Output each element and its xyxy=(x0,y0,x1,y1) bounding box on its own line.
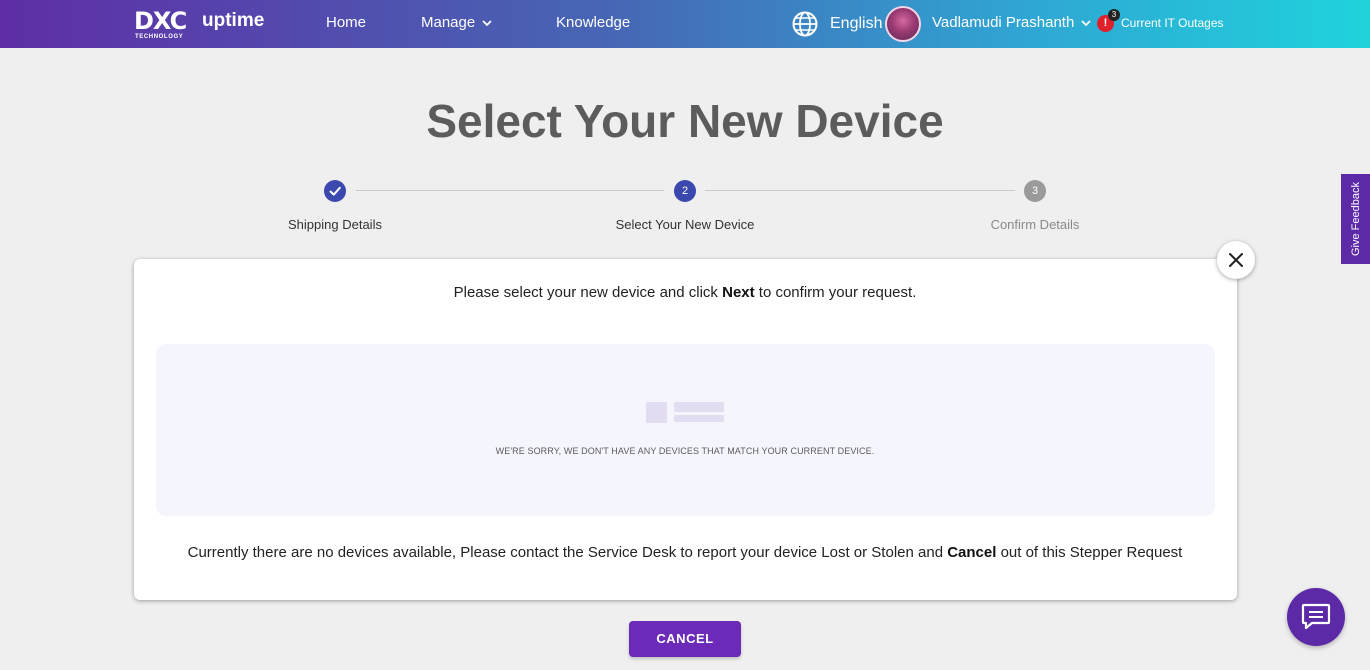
step-2-indicator: 2 xyxy=(674,180,696,202)
instruction-text-end: to confirm your request. xyxy=(754,284,917,301)
current-it-outages-link[interactable]: Current IT Outages xyxy=(1121,16,1224,30)
chat-icon xyxy=(1301,603,1331,630)
logo-sub-text: TECHNOLOGY xyxy=(135,34,184,40)
guidance-cancel-keyword: Cancel xyxy=(947,544,997,561)
step-2-label: Select Your New Device xyxy=(615,217,755,232)
nav-manage-label: Manage xyxy=(421,14,476,31)
stepper-connector xyxy=(356,190,664,191)
empty-list-icon xyxy=(646,402,724,423)
give-feedback-label: Give Feedback xyxy=(1350,182,1362,256)
instruction-text: Please select your new device and click … xyxy=(0,284,1370,302)
empty-state-message: WE'RE SORRY, WE DON'T HAVE ANY DEVICES T… xyxy=(495,446,875,456)
user-menu[interactable]: Vadlamudi Prashanth xyxy=(932,14,1092,32)
step-1-label: Shipping Details xyxy=(288,217,382,232)
instruction-text-start: Please select your new device and click xyxy=(453,284,723,301)
empty-devices-panel xyxy=(156,344,1215,516)
dxc-uptime-logo[interactable]: DXC TECHNOLOGY uptime xyxy=(134,8,264,42)
instruction-next-keyword: Next xyxy=(722,284,755,301)
globe-icon[interactable] xyxy=(791,10,819,38)
step-1-indicator xyxy=(324,180,346,202)
chat-button[interactable] xyxy=(1287,588,1345,646)
guidance-text-start: Currently there are no devices available… xyxy=(187,544,948,561)
top-navigation-bar: DXC TECHNOLOGY uptime Home Manage Knowle… xyxy=(0,0,1370,48)
stepper-connector xyxy=(705,190,1015,191)
outage-count-badge: 3 xyxy=(1108,9,1120,21)
step-3-label: Confirm Details xyxy=(990,217,1080,232)
chevron-down-icon xyxy=(1081,20,1091,27)
close-button[interactable] xyxy=(1217,241,1255,279)
nav-manage-menu[interactable]: Manage xyxy=(421,14,493,32)
step-3-indicator: 3 xyxy=(1024,180,1046,202)
user-name: Vadlamudi Prashanth xyxy=(932,14,1075,31)
guidance-text-end: out of this Stepper Request xyxy=(996,544,1183,561)
close-icon xyxy=(1229,253,1243,267)
cancel-button[interactable]: CANCEL xyxy=(629,621,741,657)
nav-home-link[interactable]: Home xyxy=(326,14,366,32)
no-devices-guidance: Currently there are no devices available… xyxy=(0,544,1370,562)
nav-knowledge-link[interactable]: Knowledge xyxy=(556,14,630,32)
language-selector[interactable]: English xyxy=(830,15,882,33)
chevron-down-icon xyxy=(482,20,492,27)
page-title: Select Your New Device xyxy=(426,95,944,147)
logo-main-text: DXC xyxy=(134,7,187,35)
check-icon xyxy=(329,186,341,196)
logo-product-text: uptime xyxy=(202,10,265,31)
avatar[interactable] xyxy=(885,6,921,42)
